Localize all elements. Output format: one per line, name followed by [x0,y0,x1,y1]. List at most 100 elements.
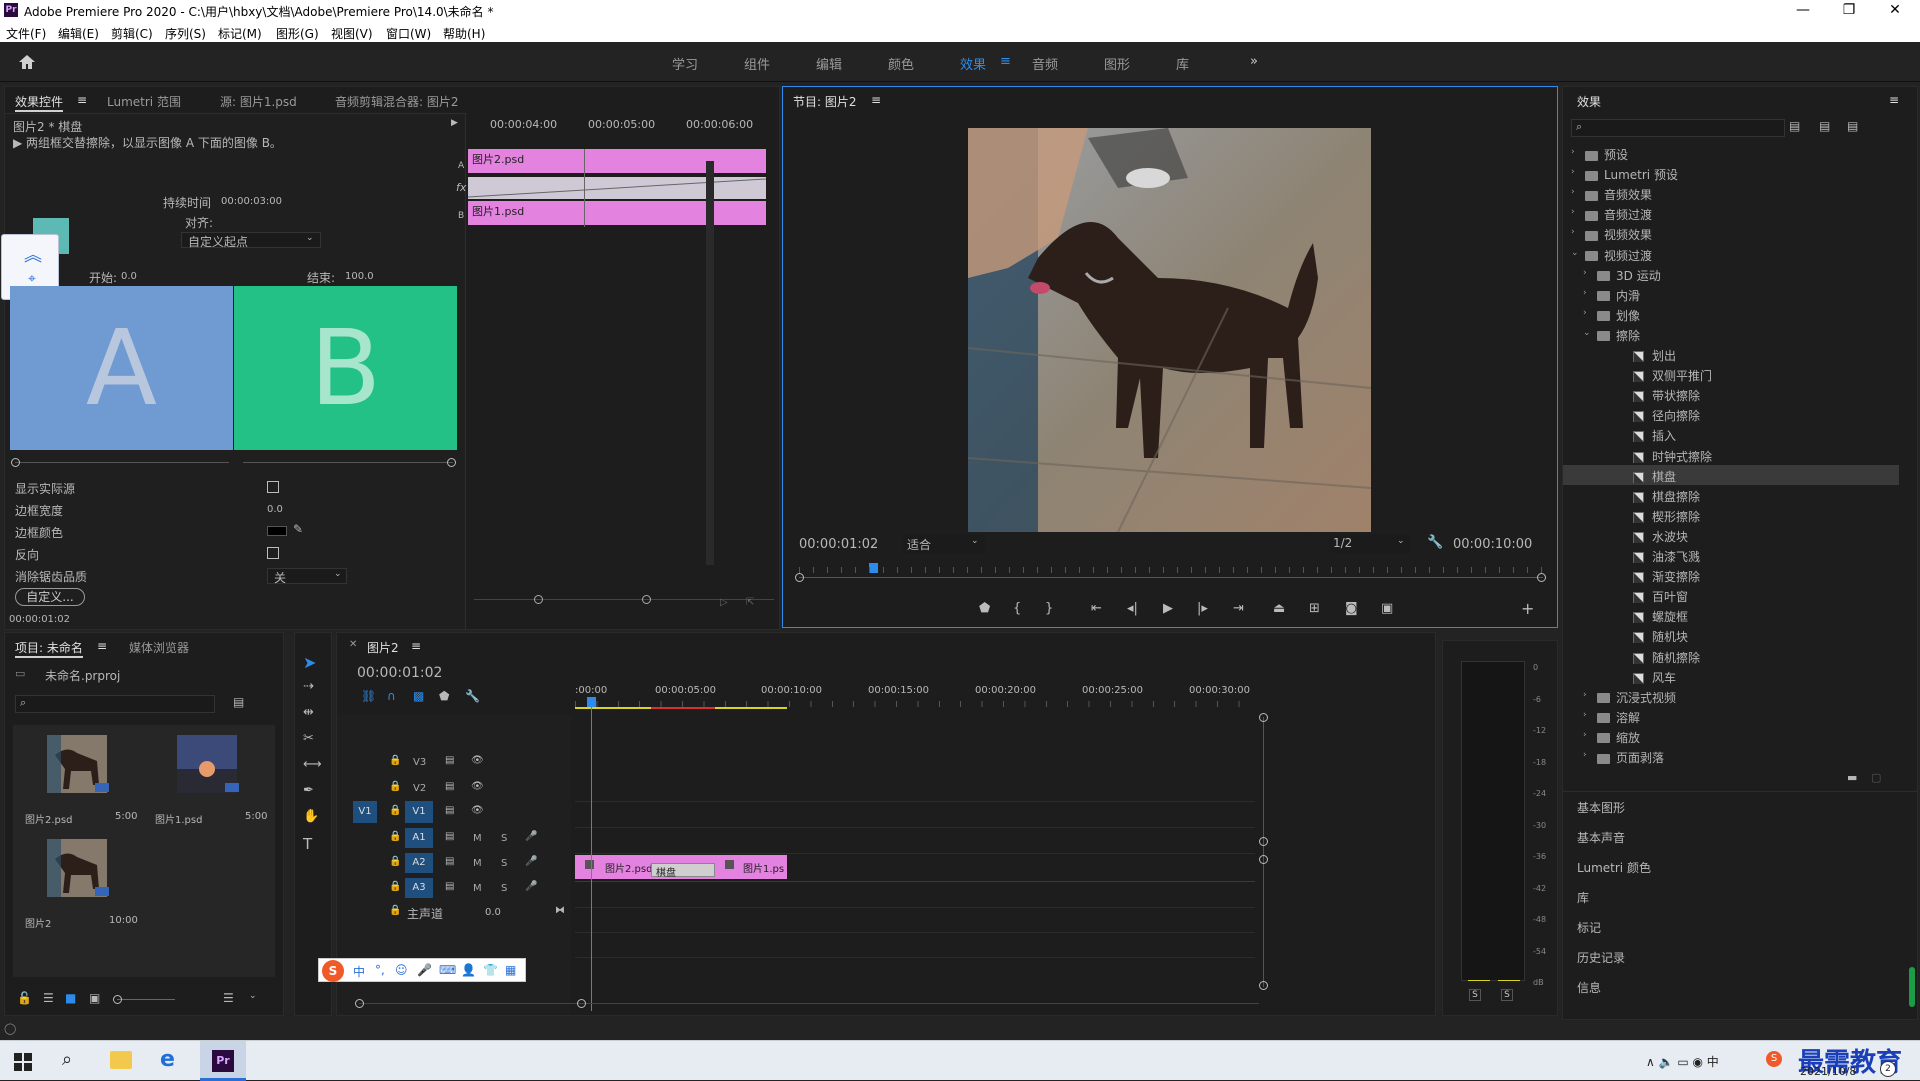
effects-panel-title[interactable]: 效果 [1577,93,1601,110]
chevron-right-icon[interactable]: › [1571,187,1579,197]
mark-out-icon[interactable]: } [1045,601,1053,616]
workspace-assembly[interactable]: 组件 [744,54,770,73]
zoom-handle[interactable] [1259,713,1268,722]
sync-lock-icon[interactable]: ▤ [445,831,454,842]
tab-source[interactable]: 源: 图片1.psd [220,93,297,110]
chevron-down-icon[interactable]: ⌄ [1571,248,1579,258]
meter-solo-right[interactable]: S [1501,989,1513,1001]
effects-tree-item[interactable]: ⌄ 视频过渡 [1563,244,1899,264]
menu-view[interactable]: 视图(V) [331,25,373,42]
effects-tree-item[interactable]: › 溶解 [1563,706,1899,726]
panel-menu-icon[interactable]: ≡ [77,93,87,107]
track-select-tool-icon[interactable]: ⇢ [303,679,314,694]
section-info[interactable]: 信息 [1577,979,1601,996]
border-color-swatch[interactable] [267,526,287,536]
track-v1-label[interactable]: V1 [405,801,433,823]
sync-lock-icon[interactable]: ▤ [445,881,454,892]
project-item[interactable]: 图片1.psd 5:00 [145,727,271,829]
workspace-libraries[interactable]: 库 [1176,54,1189,73]
ec-playhead[interactable] [584,149,585,227]
chevron-right-icon[interactable]: › [1571,147,1579,157]
solo-button[interactable]: S [501,858,507,869]
start-value[interactable]: 0.0 [121,271,137,282]
effects-tree-item[interactable]: 带状擦除 [1563,384,1899,404]
section-libraries[interactable]: 库 [1577,889,1589,906]
mic-icon[interactable]: 🎤 [525,831,537,842]
go-to-out-icon[interactable]: ⇥ [1233,601,1244,616]
linked-selection-icon[interactable]: ▩ [413,689,424,703]
effects-tree-item[interactable]: 棋盘擦除 [1563,485,1899,505]
program-video-frame[interactable] [968,128,1371,532]
button-editor-icon[interactable]: + [1521,599,1534,618]
anti-aliasing-dropdown[interactable]: 关 ⌄ [267,568,347,585]
zoom-slider[interactable] [117,999,175,1000]
pin-icon[interactable]: ⌖ [28,271,36,287]
effects-search-input[interactable]: ⌕ [1571,119,1785,137]
end-slider-track[interactable] [243,462,453,463]
mark-in-icon[interactable]: { [1013,601,1021,616]
tab-effect-controls[interactable]: 效果控件 [15,93,64,112]
ec-zoom-handle-left[interactable] [534,595,543,604]
32bit-effects-icon[interactable]: ▤ [1819,119,1830,133]
sync-lock-icon[interactable]: ▤ [445,781,454,792]
panel-menu-icon[interactable]: ≡ [411,639,421,653]
lock-icon[interactable]: 🔒 [389,755,401,766]
border-width-value[interactable]: 0.0 [267,504,283,515]
menu-edit[interactable]: 编辑(E) [58,25,99,42]
track-v2-label[interactable]: V2 [413,783,426,794]
project-item[interactable]: 图片2.psd 5:00 [15,727,141,829]
project-search-input[interactable]: ⌕ [15,695,215,713]
eyedropper-icon[interactable]: ✎ [293,522,303,536]
end-slider-handle[interactable] [447,458,456,467]
source-patch-v1[interactable]: V1 [353,801,377,823]
ec-zoom-track[interactable] [474,599,774,600]
play-audio-icon[interactable]: ▷ [720,597,728,608]
resolution-dropdown[interactable]: 1/2 ⌄ [1329,535,1411,553]
workspace-menu-icon[interactable]: ≡ [1000,54,1011,69]
transition-clip[interactable]: 棋盘 [651,863,715,879]
ime-mode-icon[interactable]: 中 [353,963,365,980]
zoom-handle[interactable] [577,999,586,1008]
tab-media-browser[interactable]: 媒体浏览器 [129,639,189,656]
eye-icon[interactable]: 👁 [471,755,484,766]
ime-emoji-icon[interactable]: ☺ [395,963,408,977]
slip-tool-icon[interactable]: ⟷ [303,757,322,772]
chevron-right-icon[interactable]: › [1583,690,1591,700]
freeform-view-icon[interactable]: ▣ [89,991,100,1005]
new-search-bin-icon[interactable]: ▤ [233,695,244,709]
chevron-up-icon[interactable]: ︽ [24,241,42,267]
effects-tree-item[interactable]: 油漆飞溅 [1563,545,1899,565]
ime-user-icon[interactable]: 👤 [461,963,476,977]
effects-tree-item[interactable]: 渐变擦除 [1563,565,1899,585]
effects-tree-item[interactable]: › 页面剥落 [1563,746,1899,766]
track-a1-label[interactable]: A1 [405,828,433,848]
zoom-slider-handle[interactable] [113,995,122,1004]
menu-help[interactable]: 帮助(H) [443,25,485,42]
effects-tree-item[interactable]: › 缩放 [1563,726,1899,746]
snap-icon[interactable]: ∩ [387,689,396,703]
chevron-right-icon[interactable]: › [1571,227,1579,237]
effects-tree-item[interactable]: 双侧平推门 [1563,364,1899,384]
effects-tree-item[interactable]: › 3D 运动 [1563,264,1899,284]
timeline-tracks-area[interactable]: :00:00 00:00:05:00 00:00:10:00 00:00:15:… [575,671,1255,1011]
effects-tree-item[interactable]: › Lumetri 预设 [1563,163,1899,183]
start-slider-handle[interactable] [11,458,20,467]
razor-tool-icon[interactable]: ✂ [303,731,314,746]
effects-tree-item[interactable]: 螺旋框 [1563,605,1899,625]
program-scrub-bar[interactable] [799,577,1543,578]
expand-arrow-icon[interactable]: ▶ [451,118,458,128]
effects-tree-item[interactable]: › 沉浸式视频 [1563,686,1899,706]
play-icon[interactable]: ▶ [1163,601,1173,616]
lock-icon[interactable]: 🔒 [389,881,401,892]
step-back-icon[interactable]: ◂| [1127,601,1138,616]
type-tool-icon[interactable]: T [303,835,312,853]
scrub-start-handle[interactable] [795,573,804,582]
icon-view-icon[interactable]: ■ [65,991,76,1005]
menu-graphics[interactable]: 图形(G) [276,25,319,42]
selection-tool-icon[interactable]: ➤ [303,653,316,672]
mic-icon[interactable]: 🎤 [525,881,537,892]
effects-tree-item[interactable]: 风车 [1563,666,1899,686]
program-monitor-title[interactable]: 节目: 图片2 [793,93,857,110]
tab-lumetri-scopes[interactable]: Lumetri 范围 [107,93,181,110]
mute-button[interactable]: M [473,858,482,869]
